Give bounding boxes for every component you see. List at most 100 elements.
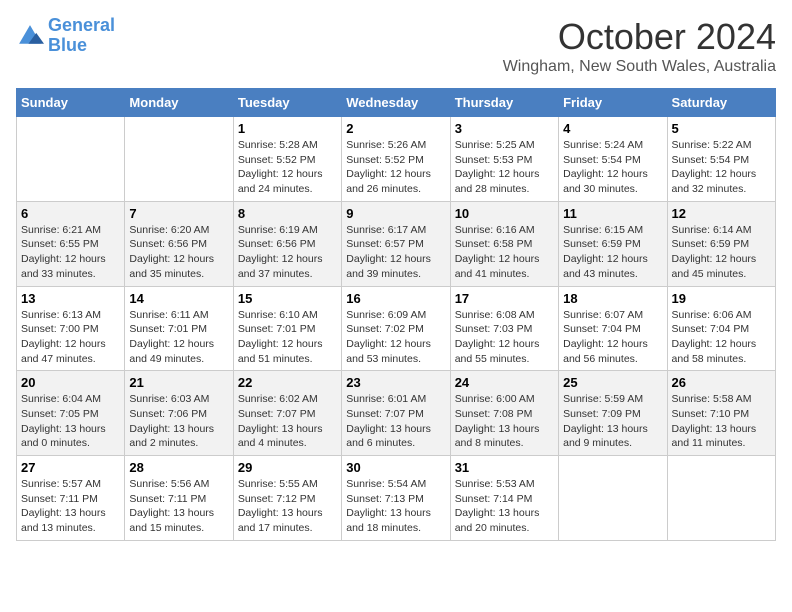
day-info: Sunrise: 6:08 AM Sunset: 7:03 PM Dayligh… xyxy=(455,308,554,367)
day-number: 21 xyxy=(129,375,228,390)
day-info: Sunrise: 5:58 AM Sunset: 7:10 PM Dayligh… xyxy=(672,392,771,451)
calendar-table: SundayMondayTuesdayWednesdayThursdayFrid… xyxy=(16,88,776,541)
calendar-cell: 10 Sunrise: 6:16 AM Sunset: 6:58 PM Dayli… xyxy=(450,201,558,286)
day-info: Sunrise: 5:56 AM Sunset: 7:11 PM Dayligh… xyxy=(129,477,228,536)
calendar-cell: 18 Sunrise: 6:07 AM Sunset: 7:04 PM Dayli… xyxy=(559,286,667,371)
calendar-cell: 12 Sunrise: 6:14 AM Sunset: 6:59 PM Dayli… xyxy=(667,201,775,286)
day-number: 18 xyxy=(563,291,662,306)
calendar-week-row: 6Sunrise: 6:21 AM Sunset: 6:55 PM Daylig… xyxy=(17,201,776,286)
title-block: October 2024 Wingham, New South Wales, A… xyxy=(503,16,776,76)
weekday-header-monday: Monday xyxy=(125,89,233,117)
day-number: 23 xyxy=(346,375,445,390)
logo-text: General Blue xyxy=(48,16,115,56)
day-info: Sunrise: 6:17 AM Sunset: 6:57 PM Dayligh… xyxy=(346,223,445,282)
day-number: 3 xyxy=(455,121,554,136)
weekday-header-friday: Friday xyxy=(559,89,667,117)
calendar-cell: 28 Sunrise: 5:56 AM Sunset: 7:11 PM Dayli… xyxy=(125,456,233,541)
day-info: Sunrise: 5:26 AM Sunset: 5:52 PM Dayligh… xyxy=(346,138,445,197)
day-info: Sunrise: 6:11 AM Sunset: 7:01 PM Dayligh… xyxy=(129,308,228,367)
day-number: 19 xyxy=(672,291,771,306)
calendar-cell: 15 Sunrise: 6:10 AM Sunset: 7:01 PM Dayli… xyxy=(233,286,341,371)
day-info: Sunrise: 6:20 AM Sunset: 6:56 PM Dayligh… xyxy=(129,223,228,282)
day-number: 2 xyxy=(346,121,445,136)
day-number: 25 xyxy=(563,375,662,390)
day-number: 31 xyxy=(455,460,554,475)
day-info: Sunrise: 5:55 AM Sunset: 7:12 PM Dayligh… xyxy=(238,477,337,536)
calendar-cell: 22Sunrise: 6:02 AM Sunset: 7:07 PM Dayli… xyxy=(233,371,341,456)
day-info: Sunrise: 6:02 AM Sunset: 7:07 PM Dayligh… xyxy=(238,392,337,451)
calendar-cell: 27Sunrise: 5:57 AM Sunset: 7:11 PM Dayli… xyxy=(17,456,125,541)
calendar-week-row: 13Sunrise: 6:13 AM Sunset: 7:00 PM Dayli… xyxy=(17,286,776,371)
logo-icon xyxy=(16,22,44,50)
day-number: 10 xyxy=(455,206,554,221)
day-info: Sunrise: 6:19 AM Sunset: 6:56 PM Dayligh… xyxy=(238,223,337,282)
day-number: 4 xyxy=(563,121,662,136)
calendar-cell: 11 Sunrise: 6:15 AM Sunset: 6:59 PM Dayli… xyxy=(559,201,667,286)
day-info: Sunrise: 6:01 AM Sunset: 7:07 PM Dayligh… xyxy=(346,392,445,451)
calendar-cell: 3 Sunrise: 5:25 AM Sunset: 5:53 PM Daylig… xyxy=(450,117,558,202)
month-title: October 2024 xyxy=(503,16,776,58)
day-number: 6 xyxy=(21,206,120,221)
calendar-cell: 31Sunrise: 5:53 AM Sunset: 7:14 PM Dayli… xyxy=(450,456,558,541)
calendar-cell xyxy=(559,456,667,541)
day-number: 5 xyxy=(672,121,771,136)
calendar-cell: 2 Sunrise: 5:26 AM Sunset: 5:52 PM Daylig… xyxy=(342,117,450,202)
day-number: 14 xyxy=(129,291,228,306)
page-header: General Blue October 2024 Wingham, New S… xyxy=(16,16,776,76)
day-info: Sunrise: 6:07 AM Sunset: 7:04 PM Dayligh… xyxy=(563,308,662,367)
calendar-cell: 6Sunrise: 6:21 AM Sunset: 6:55 PM Daylig… xyxy=(17,201,125,286)
weekday-header-wednesday: Wednesday xyxy=(342,89,450,117)
day-number: 29 xyxy=(238,460,337,475)
day-number: 26 xyxy=(672,375,771,390)
day-info: Sunrise: 5:25 AM Sunset: 5:53 PM Dayligh… xyxy=(455,138,554,197)
day-info: Sunrise: 6:09 AM Sunset: 7:02 PM Dayligh… xyxy=(346,308,445,367)
day-info: Sunrise: 6:15 AM Sunset: 6:59 PM Dayligh… xyxy=(563,223,662,282)
calendar-week-row: 1Sunrise: 5:28 AM Sunset: 5:52 PM Daylig… xyxy=(17,117,776,202)
day-number: 17 xyxy=(455,291,554,306)
logo: General Blue xyxy=(16,16,115,56)
day-number: 7 xyxy=(129,206,228,221)
calendar-cell: 17 Sunrise: 6:08 AM Sunset: 7:03 PM Dayli… xyxy=(450,286,558,371)
day-number: 20 xyxy=(21,375,120,390)
day-number: 12 xyxy=(672,206,771,221)
day-number: 24 xyxy=(455,375,554,390)
day-info: Sunrise: 6:10 AM Sunset: 7:01 PM Dayligh… xyxy=(238,308,337,367)
day-info: Sunrise: 5:54 AM Sunset: 7:13 PM Dayligh… xyxy=(346,477,445,536)
day-info: Sunrise: 5:22 AM Sunset: 5:54 PM Dayligh… xyxy=(672,138,771,197)
day-number: 9 xyxy=(346,206,445,221)
day-info: Sunrise: 6:04 AM Sunset: 7:05 PM Dayligh… xyxy=(21,392,120,451)
day-info: Sunrise: 6:06 AM Sunset: 7:04 PM Dayligh… xyxy=(672,308,771,367)
calendar-cell: 4Sunrise: 5:24 AM Sunset: 5:54 PM Daylig… xyxy=(559,117,667,202)
day-info: Sunrise: 6:16 AM Sunset: 6:58 PM Dayligh… xyxy=(455,223,554,282)
calendar-cell: 30 Sunrise: 5:54 AM Sunset: 7:13 PM Dayli… xyxy=(342,456,450,541)
day-number: 28 xyxy=(129,460,228,475)
day-number: 11 xyxy=(563,206,662,221)
calendar-cell: 16Sunrise: 6:09 AM Sunset: 7:02 PM Dayli… xyxy=(342,286,450,371)
day-info: Sunrise: 6:13 AM Sunset: 7:00 PM Dayligh… xyxy=(21,308,120,367)
day-info: Sunrise: 6:03 AM Sunset: 7:06 PM Dayligh… xyxy=(129,392,228,451)
calendar-cell: 14 Sunrise: 6:11 AM Sunset: 7:01 PM Dayli… xyxy=(125,286,233,371)
location-subtitle: Wingham, New South Wales, Australia xyxy=(503,58,776,76)
calendar-cell xyxy=(667,456,775,541)
day-info: Sunrise: 5:59 AM Sunset: 7:09 PM Dayligh… xyxy=(563,392,662,451)
calendar-cell: 21 Sunrise: 6:03 AM Sunset: 7:06 PM Dayli… xyxy=(125,371,233,456)
calendar-cell: 29 Sunrise: 5:55 AM Sunset: 7:12 PM Dayli… xyxy=(233,456,341,541)
weekday-header-thursday: Thursday xyxy=(450,89,558,117)
logo-line1: General xyxy=(48,15,115,35)
weekday-header-tuesday: Tuesday xyxy=(233,89,341,117)
calendar-cell: 23 Sunrise: 6:01 AM Sunset: 7:07 PM Dayli… xyxy=(342,371,450,456)
calendar-cell xyxy=(125,117,233,202)
day-number: 1 xyxy=(238,121,337,136)
logo-line2: Blue xyxy=(48,35,87,55)
calendar-cell: 20 Sunrise: 6:04 AM Sunset: 7:05 PM Dayli… xyxy=(17,371,125,456)
calendar-cell: 7 Sunrise: 6:20 AM Sunset: 6:56 PM Daylig… xyxy=(125,201,233,286)
day-info: Sunrise: 6:14 AM Sunset: 6:59 PM Dayligh… xyxy=(672,223,771,282)
day-number: 27 xyxy=(21,460,120,475)
day-number: 15 xyxy=(238,291,337,306)
day-info: Sunrise: 6:00 AM Sunset: 7:08 PM Dayligh… xyxy=(455,392,554,451)
calendar-cell xyxy=(17,117,125,202)
calendar-cell: 24 Sunrise: 6:00 AM Sunset: 7:08 PM Dayli… xyxy=(450,371,558,456)
calendar-cell: 1Sunrise: 5:28 AM Sunset: 5:52 PM Daylig… xyxy=(233,117,341,202)
day-number: 30 xyxy=(346,460,445,475)
calendar-cell: 25 Sunrise: 5:59 AM Sunset: 7:09 PM Dayli… xyxy=(559,371,667,456)
